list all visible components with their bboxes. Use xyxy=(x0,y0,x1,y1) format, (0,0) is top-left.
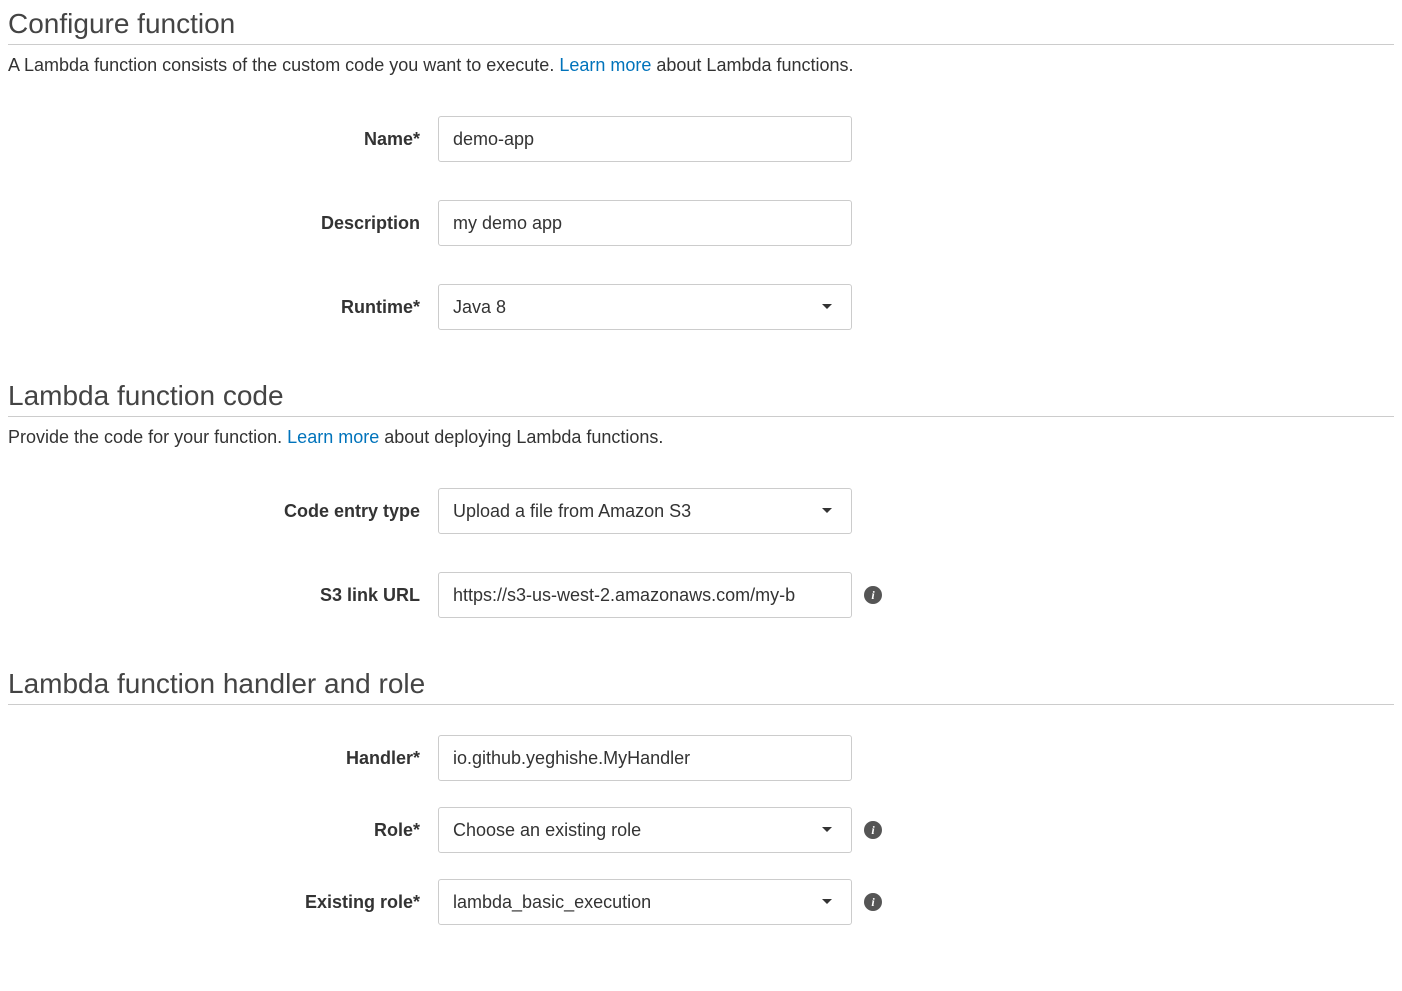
section-desc-code: Provide the code for your function. Lear… xyxy=(8,427,1394,448)
s3-url-label: S3 link URL xyxy=(8,585,438,606)
desc-text: about Lambda functions. xyxy=(651,55,853,75)
section-title-handler-role: Lambda function handler and role xyxy=(8,668,1394,705)
desc-text: A Lambda function consists of the custom… xyxy=(8,55,559,75)
role-select[interactable]: Choose an existing role xyxy=(438,807,852,853)
runtime-select-value: Java 8 xyxy=(453,297,506,318)
desc-text: about deploying Lambda functions. xyxy=(379,427,663,447)
runtime-label: Runtime* xyxy=(8,297,438,318)
section-title-configure: Configure function xyxy=(8,8,1394,45)
form-row-runtime: Runtime* Java 8 xyxy=(8,284,1394,330)
info-icon[interactable]: i xyxy=(864,893,882,911)
form-row-existing-role: Existing role* lambda_basic_execution i xyxy=(8,879,1394,925)
form-row-role: Role* Choose an existing role i xyxy=(8,807,1394,853)
existing-role-select-value: lambda_basic_execution xyxy=(453,892,651,913)
description-input[interactable] xyxy=(438,200,852,246)
form-row-description: Description xyxy=(8,200,1394,246)
configure-function-section: Configure function A Lambda function con… xyxy=(8,8,1394,330)
form-row-handler: Handler* xyxy=(8,735,1394,781)
handler-label: Handler* xyxy=(8,748,438,769)
info-icon[interactable]: i xyxy=(864,821,882,839)
existing-role-label: Existing role* xyxy=(8,892,438,913)
description-label: Description xyxy=(8,213,438,234)
section-title-code: Lambda function code xyxy=(8,380,1394,417)
form-row-name: Name* xyxy=(8,116,1394,162)
section-desc-configure: A Lambda function consists of the custom… xyxy=(8,55,1394,76)
code-entry-type-select[interactable]: Upload a file from Amazon S3 xyxy=(438,488,852,534)
s3-url-input[interactable] xyxy=(438,572,852,618)
form-row-s3-url: S3 link URL i xyxy=(8,572,1394,618)
chevron-down-icon xyxy=(821,507,833,515)
name-label: Name* xyxy=(8,129,438,150)
role-label: Role* xyxy=(8,820,438,841)
lambda-handler-role-section: Lambda function handler and role Handler… xyxy=(8,668,1394,925)
learn-more-link[interactable]: Learn more xyxy=(287,427,379,447)
chevron-down-icon xyxy=(821,303,833,311)
code-entry-type-label: Code entry type xyxy=(8,501,438,522)
code-entry-type-value: Upload a file from Amazon S3 xyxy=(453,501,691,522)
info-icon[interactable]: i xyxy=(864,586,882,604)
existing-role-select[interactable]: lambda_basic_execution xyxy=(438,879,852,925)
name-input[interactable] xyxy=(438,116,852,162)
chevron-down-icon xyxy=(821,898,833,906)
runtime-select[interactable]: Java 8 xyxy=(438,284,852,330)
lambda-code-section: Lambda function code Provide the code fo… xyxy=(8,380,1394,618)
chevron-down-icon xyxy=(821,826,833,834)
desc-text: Provide the code for your function. xyxy=(8,427,287,447)
handler-input[interactable] xyxy=(438,735,852,781)
form-row-code-entry-type: Code entry type Upload a file from Amazo… xyxy=(8,488,1394,534)
role-select-value: Choose an existing role xyxy=(453,820,641,841)
learn-more-link[interactable]: Learn more xyxy=(559,55,651,75)
